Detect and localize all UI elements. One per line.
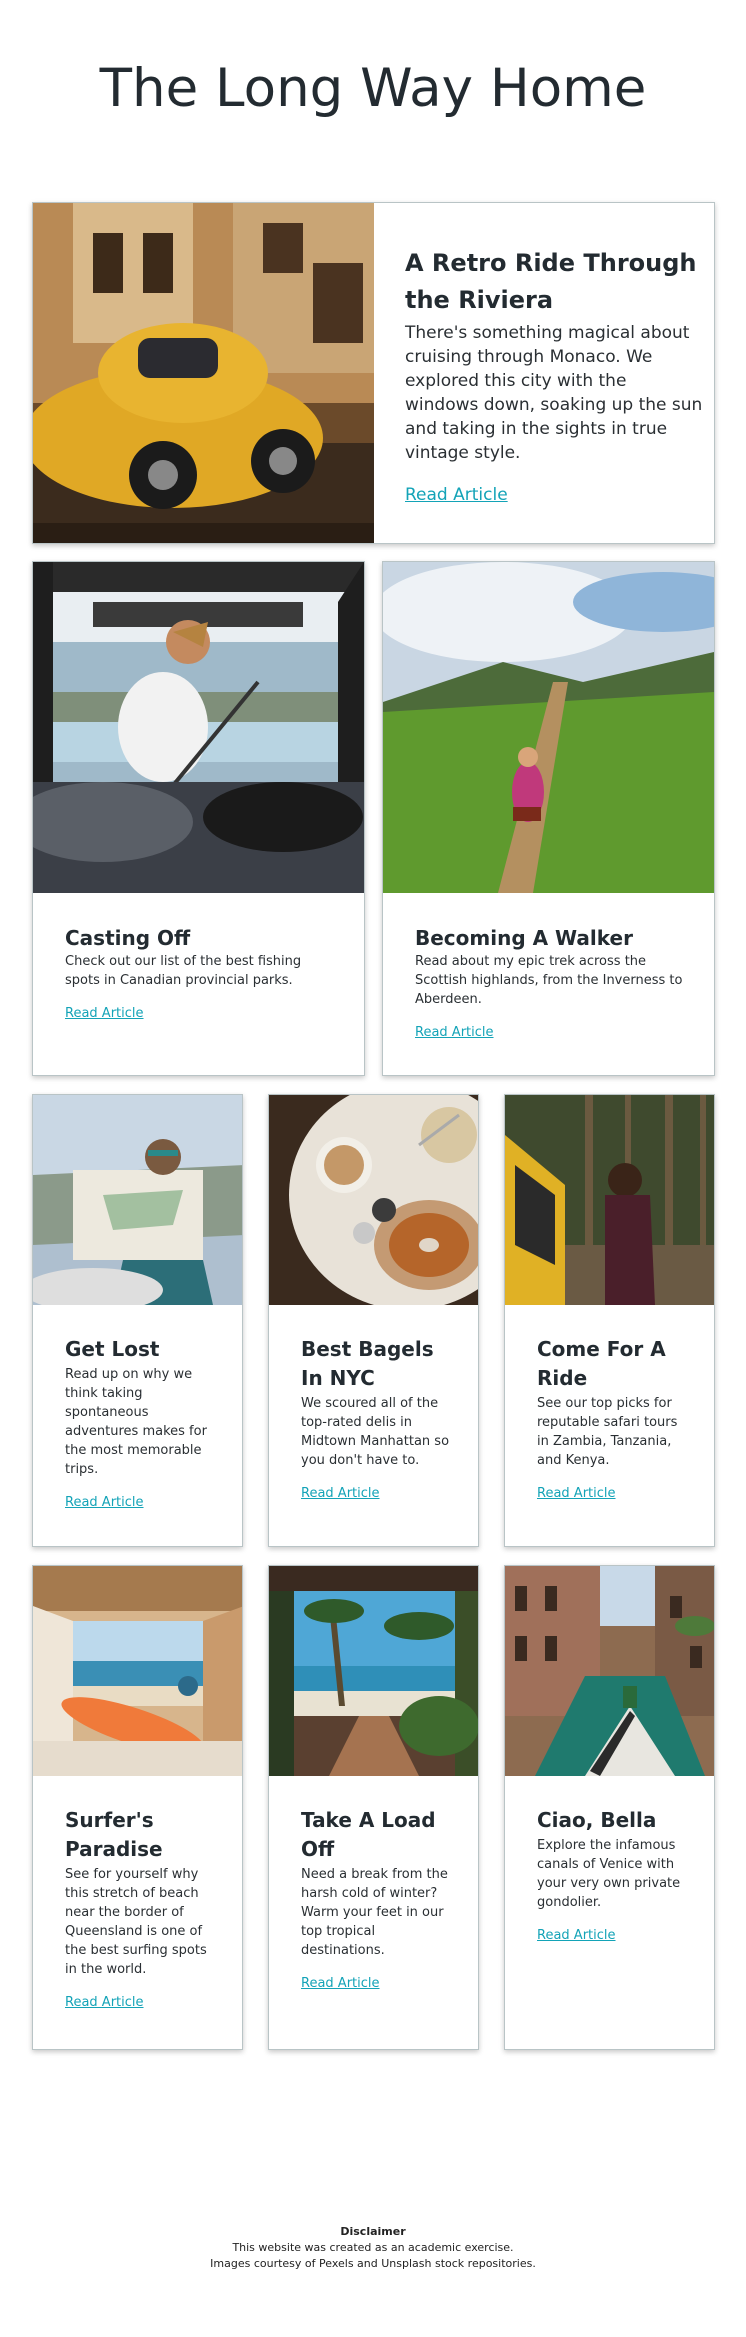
article-title: Casting Off — [65, 926, 191, 950]
article-summary: We scoured all of the top-rated delis in… — [301, 1396, 450, 1468]
article-title: Surfer's Paradise — [65, 1808, 163, 1861]
article-card-ciao-bella[interactable]: Ciao, Bella Explore the infamous canals … — [504, 1565, 715, 2050]
article-image[interactable] — [269, 1566, 478, 1776]
read-article-link[interactable]: Read Article — [301, 1486, 380, 1501]
article-summary: Read about my epic trek across the Scott… — [415, 954, 683, 1007]
article-title: Best Bagels In NYC — [301, 1337, 434, 1390]
article-body: Come For A Ride See our top picks for re… — [537, 1335, 692, 1501]
article-card-come-for-a-ride[interactable]: Come For A Ride See our top picks for re… — [504, 1094, 715, 1547]
read-article-link[interactable]: Read Article — [415, 1025, 494, 1040]
article-summary: Read up on why we think taking spontaneo… — [65, 1367, 207, 1477]
featured-article-image[interactable] — [33, 203, 374, 543]
article-image[interactable] — [33, 1566, 242, 1776]
article-summary: There's something magical about cruising… — [405, 323, 703, 463]
site-title: The Long Way Home — [99, 58, 647, 119]
footer: Disclaimer This website was created as a… — [0, 2224, 746, 2272]
article-title: Come For A Ride — [537, 1337, 666, 1390]
read-article-link[interactable]: Read Article — [65, 1006, 144, 1021]
article-image[interactable] — [269, 1095, 478, 1305]
article-title: Take A Load Off — [301, 1808, 436, 1861]
article-title: Becoming A Walker — [415, 926, 633, 950]
article-summary: Need a break from the harsh cold of wint… — [301, 1867, 448, 1958]
article-summary: Explore the infamous canals of Venice wi… — [537, 1838, 681, 1910]
article-title: Get Lost — [65, 1337, 160, 1361]
disclaimer-line: This website was created as an academic … — [232, 2241, 514, 2254]
article-image[interactable] — [33, 1095, 242, 1305]
article-summary: Check out our list of the best fishing s… — [65, 954, 302, 988]
article-body: Ciao, Bella Explore the infamous canals … — [537, 1806, 692, 1943]
article-image[interactable] — [33, 562, 364, 893]
article-image[interactable] — [505, 1095, 714, 1305]
disclaimer-line: Images courtesy of Pexels and Unsplash s… — [210, 2257, 536, 2270]
read-article-link[interactable]: Read Article — [301, 1976, 380, 1991]
article-card-becoming-a-walker[interactable]: Becoming A Walker Read about my epic tre… — [382, 561, 715, 1076]
article-body: Best Bagels In NYC We scoured all of the… — [301, 1335, 456, 1501]
featured-article-card[interactable]: A Retro Ride Through the Riviera There's… — [32, 202, 715, 544]
article-summary: See our top picks for reputable safari t… — [537, 1396, 678, 1468]
article-card-get-lost[interactable]: Get Lost Read up on why we think taking … — [32, 1094, 243, 1547]
article-body: Take A Load Off Need a break from the ha… — [301, 1806, 456, 1991]
read-article-link[interactable]: Read Article — [405, 485, 508, 505]
article-card-casting-off[interactable]: Casting Off Check out our list of the be… — [32, 561, 365, 1076]
article-card-surfers-paradise[interactable]: Surfer's Paradise See for yourself why t… — [32, 1565, 243, 2050]
article-title: Ciao, Bella — [537, 1808, 657, 1832]
article-image[interactable] — [505, 1566, 714, 1776]
read-article-link[interactable]: Read Article — [65, 1995, 144, 2010]
article-card-take-a-load-off[interactable]: Take A Load Off Need a break from the ha… — [268, 1565, 479, 2050]
article-title: A Retro Ride Through the Riviera — [405, 249, 697, 314]
read-article-link[interactable]: Read Article — [537, 1486, 616, 1501]
article-body: Get Lost Read up on why we think taking … — [65, 1335, 220, 1510]
article-image[interactable] — [383, 562, 714, 893]
article-body: Becoming A Walker Read about my epic tre… — [415, 924, 683, 1040]
read-article-link[interactable]: Read Article — [537, 1928, 616, 1943]
article-summary: See for yourself why this stretch of bea… — [65, 1867, 207, 1977]
featured-article-body: A Retro Ride Through the Riviera There's… — [405, 245, 705, 505]
article-body: Surfer's Paradise See for yourself why t… — [65, 1806, 220, 2010]
article-card-best-bagels[interactable]: Best Bagels In NYC We scoured all of the… — [268, 1094, 479, 1547]
disclaimer-heading: Disclaimer — [340, 2225, 406, 2238]
read-article-link[interactable]: Read Article — [65, 1495, 144, 1510]
article-body: Casting Off Check out our list of the be… — [65, 924, 333, 1021]
